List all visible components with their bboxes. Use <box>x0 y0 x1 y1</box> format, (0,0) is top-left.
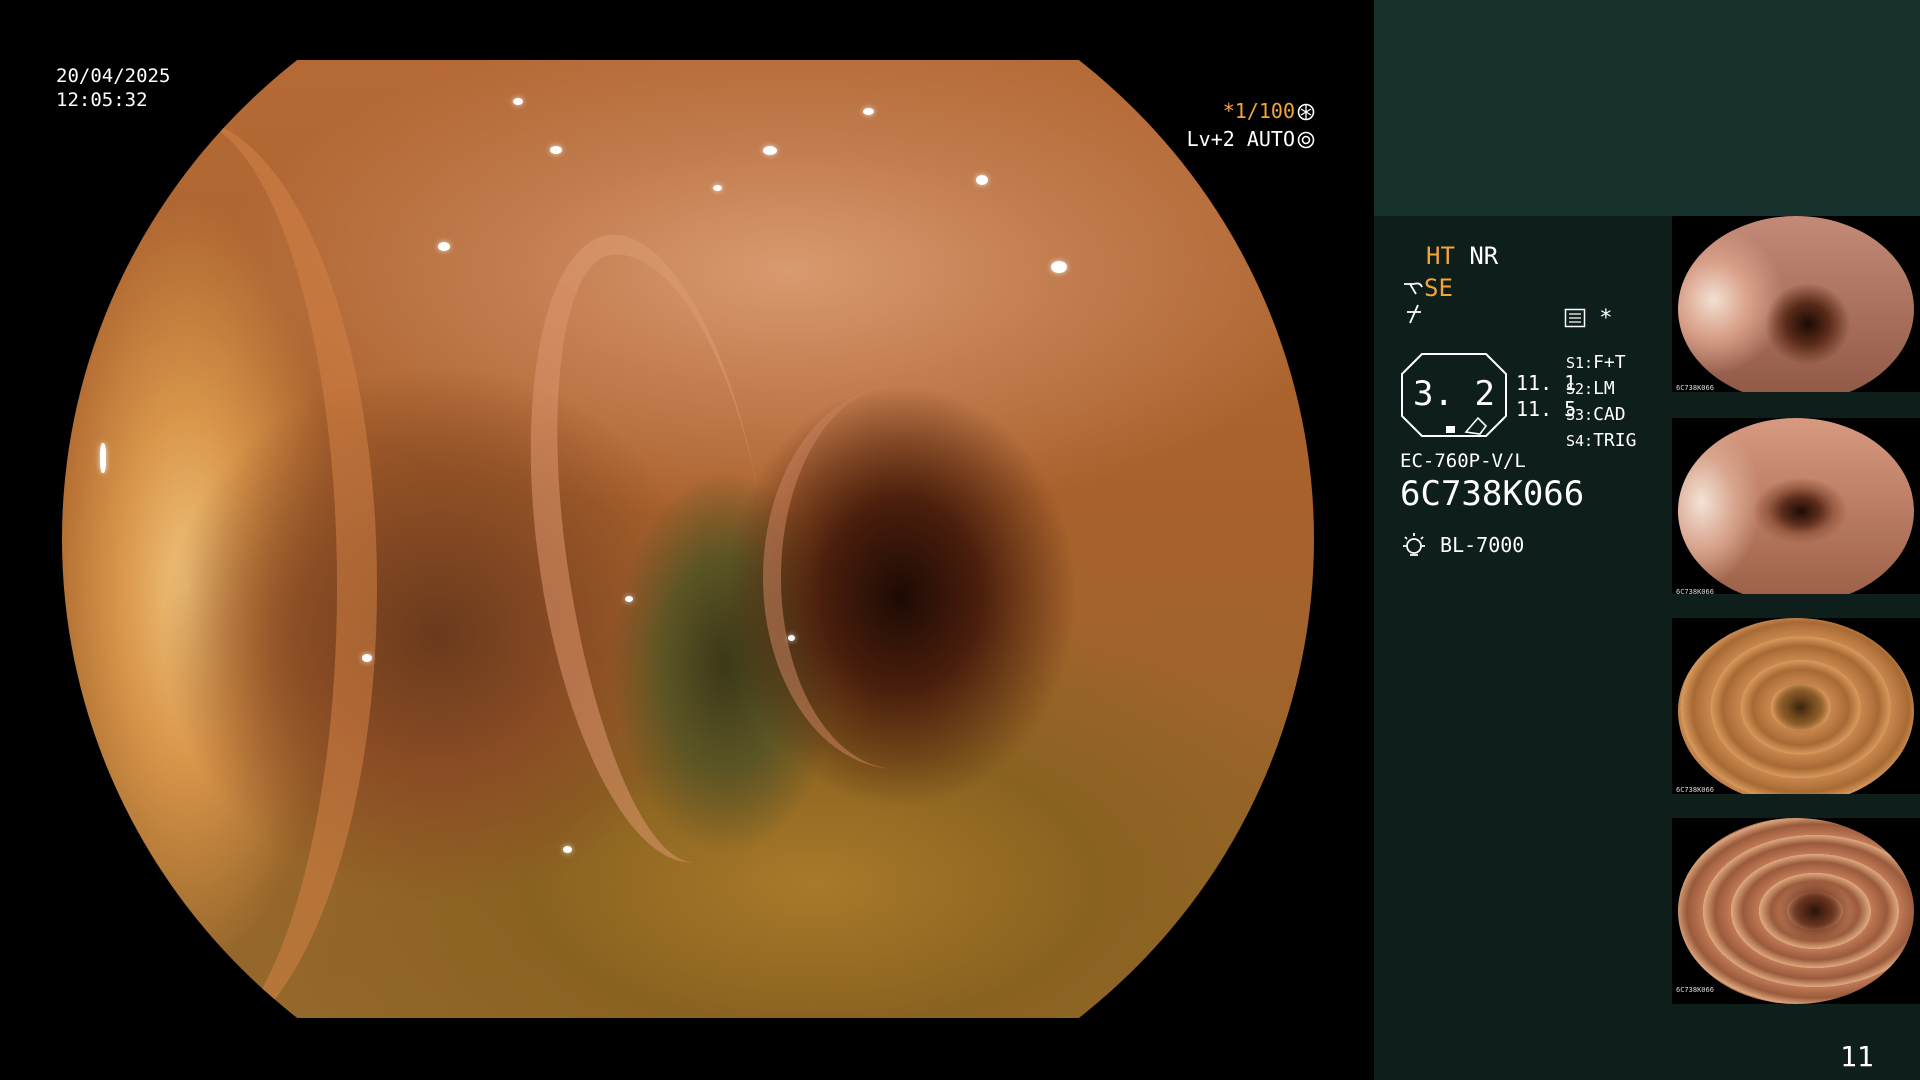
magnification-value: *1/100 <box>1222 99 1295 123</box>
switch-key: S1: <box>1566 354 1594 372</box>
light-reflection <box>763 146 778 156</box>
light-reflection <box>863 107 875 115</box>
switch-value: LM <box>1593 378 1615 399</box>
shutter-icon <box>1297 103 1315 121</box>
switch-value: CAD <box>1593 404 1626 425</box>
thumbnail-image <box>1678 418 1914 604</box>
se-label: SE <box>1424 274 1453 302</box>
menu-icon <box>1564 308 1586 328</box>
light-reflection <box>512 98 523 106</box>
switch-key: S2: <box>1566 380 1594 398</box>
light-reflection <box>1051 261 1068 274</box>
auto-iris-icon <box>1297 131 1315 149</box>
magnification-readout: *1/100 <box>1190 99 1315 123</box>
octagon-value: 3. 2 <box>1413 374 1495 414</box>
mucosal-fold <box>494 219 810 879</box>
light-reflection <box>975 174 988 185</box>
se-row: SE <box>1402 274 1453 302</box>
switch-value: F+T <box>1593 352 1626 373</box>
endoscopic-image <box>62 60 1314 1018</box>
page-number: 11 <box>1840 1040 1874 1073</box>
star-mark: * <box>1599 306 1613 331</box>
thumbnail-serial: 6C738K066 <box>1676 986 1714 994</box>
scope-serial: 6C738K066 <box>1400 474 1585 514</box>
thumbnail-footer <box>1672 392 1920 402</box>
thumbnail-image <box>1678 818 1914 1004</box>
light-source-label: BL-7000 <box>1440 533 1525 557</box>
light-reflection <box>550 146 563 155</box>
thumbnail-image <box>1678 618 1914 804</box>
light-reflection <box>99 443 106 474</box>
level-value: Lv+2 AUTO <box>1186 127 1295 151</box>
light-source-row: BL-7000 <box>1400 532 1524 558</box>
thumbnail-serial: 6C738K066 <box>1676 384 1714 392</box>
scope-model: EC-760P-V/L <box>1400 450 1526 472</box>
nr-label: NR <box>1469 242 1499 270</box>
light-reflection <box>788 634 796 641</box>
switch-assignments: S1:F+T S2:LM S3:CAD S4:TRIG <box>1566 350 1636 454</box>
light-reflection <box>437 242 450 252</box>
structure-enhancement <box>1404 303 1424 331</box>
captured-image-thumbnail[interactable]: 6C738K066 <box>1672 618 1920 804</box>
date-text: 20/04/2025 <box>56 65 171 87</box>
structure-icon <box>1407 304 1421 324</box>
time-text: 12:05:32 <box>56 89 148 111</box>
switch-key: S3: <box>1566 406 1594 424</box>
menu-row: * <box>1564 306 1613 331</box>
thumbnail-footer <box>1672 594 1920 604</box>
thumbnail-serial: 6C738K066 <box>1676 786 1714 794</box>
captured-image-thumbnail[interactable]: 6C738K066 <box>1672 818 1920 1004</box>
thumbnail-image <box>1678 216 1914 402</box>
panel-header-area <box>1374 0 1920 216</box>
thumbnail-footer <box>1672 794 1920 804</box>
captured-image-thumbnail[interactable]: 6C738K066 <box>1672 216 1920 402</box>
tool-icon <box>1404 282 1423 295</box>
light-reflection <box>562 845 572 853</box>
mucosal-fold <box>62 117 378 1018</box>
captured-image-thumbnail[interactable]: 6C738K066 <box>1672 418 1920 604</box>
light-reflection <box>713 184 723 191</box>
brightness-level-readout: Lv+2 AUTO <box>1160 127 1315 151</box>
ht-label: HT <box>1426 242 1455 270</box>
mucosal-fold <box>763 385 1031 769</box>
ht-nr-row: HT NR <box>1426 242 1498 270</box>
timestamp: 20/04/2025 12:05:32 <box>56 64 170 112</box>
lamp-icon <box>1403 533 1425 556</box>
switch-key: S4: <box>1566 432 1594 450</box>
switch-value: TRIG <box>1593 430 1637 451</box>
